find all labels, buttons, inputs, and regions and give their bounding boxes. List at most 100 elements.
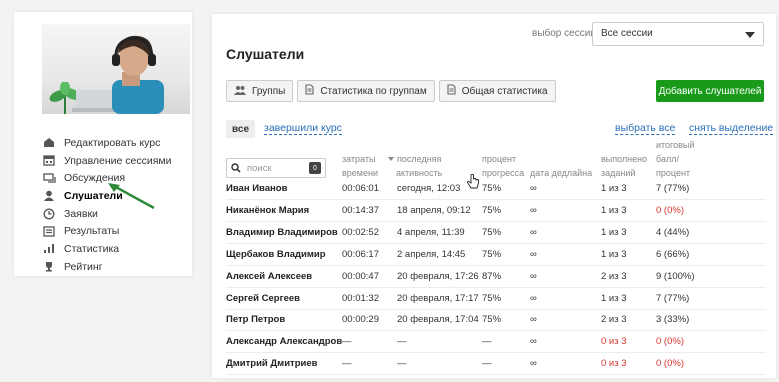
menu-item-label: Рейтинг xyxy=(64,260,103,273)
deadline: ∞ xyxy=(530,336,537,348)
chevron-down-icon xyxy=(745,32,755,38)
main-panel: выбор сессии Все сессии Слушатели Группы… xyxy=(212,14,776,378)
progress-percent: 75% xyxy=(482,314,502,326)
time-spent: 00:00:47 xyxy=(342,270,379,282)
progress-percent: 75% xyxy=(482,226,502,238)
final-score: 0 (0%) xyxy=(656,358,684,370)
menu-item-label: Управление сессиями xyxy=(64,154,172,167)
listener-name[interactable]: Петр Петров xyxy=(226,314,285,325)
last-activity: 4 апреля, 11:39 xyxy=(397,226,465,238)
time-spent: 00:00:29 xyxy=(342,314,379,326)
filter-all[interactable]: все xyxy=(226,120,256,138)
final-score: 9 (100%) xyxy=(656,270,695,282)
groups-button-label: Группы xyxy=(252,85,286,97)
last-activity: 18 апреля, 09:12 xyxy=(397,204,471,216)
deadline: ∞ xyxy=(530,204,537,216)
deadline: ∞ xyxy=(530,226,537,238)
users-icon xyxy=(234,85,246,98)
deselect-link[interactable]: снять выделение xyxy=(689,122,774,135)
last-activity: 20 февраля, 17:26 xyxy=(397,270,479,282)
listener-name[interactable]: Владимир Владимиров xyxy=(226,227,338,238)
course-image xyxy=(42,24,190,114)
listener-name[interactable]: Иван Иванов xyxy=(226,183,287,194)
header-progress[interactable]: процент прогресса xyxy=(482,152,524,180)
session-label: выбор сессии xyxy=(532,28,596,39)
header-time[interactable]: затраты времени xyxy=(342,152,378,180)
document-icon xyxy=(447,84,456,98)
progress-percent: — xyxy=(482,358,492,370)
table-row[interactable]: Александр Александров — — — ∞ 0 из 30 (0%) xyxy=(226,331,766,354)
toolbar: Группы Статистика по группам Общая стати… xyxy=(226,80,556,102)
table-row[interactable]: Алексей Алексеев 00:00:47 20 февраля, 17:2… xyxy=(226,266,766,288)
groups-button[interactable]: Группы xyxy=(226,80,294,102)
last-activity: 20 февраля, 17:17 xyxy=(397,292,479,304)
home-icon xyxy=(42,137,56,149)
bar-chart-icon xyxy=(42,243,56,255)
last-activity: 2 апреля, 14:45 xyxy=(397,248,466,260)
deadline: ∞ xyxy=(530,248,537,260)
list-icon xyxy=(42,225,56,237)
table-row[interactable]: Иван Иванов 00:06:01 сегодня, 12:03 75% ∞ 1 и… xyxy=(226,178,766,200)
listener-name[interactable]: Щербаков Владимир xyxy=(226,249,326,260)
tasks-done: 1 из 3 xyxy=(601,226,627,238)
menu-item-results[interactable]: Результаты xyxy=(42,222,202,240)
listener-name[interactable]: Алексей Алексеев xyxy=(226,271,312,282)
general-stats-button[interactable]: Общая статистика xyxy=(438,80,556,102)
table-row[interactable]: Дмитрий Дмитриев — — — ∞ 0 из 3 0 (0%) xyxy=(226,353,766,376)
listener-name[interactable]: Никанёнок Мария xyxy=(226,205,309,216)
search-input[interactable]: поиск 0 xyxy=(226,158,326,178)
time-spent: 00:02:52 xyxy=(342,226,379,238)
table-row[interactable]: Сергей Сергеев 00:01:32 20 февраля, 17:17 7… xyxy=(226,288,766,310)
time-spent: — xyxy=(342,358,352,370)
calendar-icon xyxy=(42,155,56,167)
last-activity: сегодня, 12:03 xyxy=(397,183,461,194)
header-tasks[interactable]: выполнено заданий xyxy=(601,152,647,180)
final-score: 0 (0%) xyxy=(656,204,684,216)
search-placeholder: поиск xyxy=(247,162,272,174)
page-title: Слушатели xyxy=(226,46,305,62)
select-all-link[interactable]: выбрать все xyxy=(615,122,676,135)
menu-item-statistics[interactable]: Статистика xyxy=(42,240,202,258)
deadline: ∞ xyxy=(530,314,537,326)
listener-name[interactable]: Сергей Сергеев xyxy=(226,293,300,304)
tasks-done: 1 из 3 xyxy=(601,292,627,304)
session-select-value: Все сессии xyxy=(601,28,653,39)
table-row[interactable]: Никанёнок Мария 00:14:37 18 апреля, 09:12 7… xyxy=(226,200,766,222)
menu-item-label: Редактировать курс xyxy=(64,136,161,149)
final-score: 0 (0%) xyxy=(656,336,684,348)
listener-name[interactable]: Дмитрий Дмитриев xyxy=(226,358,317,369)
time-spent: 00:01:32 xyxy=(342,292,379,304)
menu-item-label: Результаты xyxy=(64,225,120,238)
add-listeners-button[interactable]: Добавить слушателей xyxy=(656,80,764,102)
deadline: ∞ xyxy=(530,358,537,370)
menu-item-rating[interactable]: Рейтинг xyxy=(42,258,202,276)
menu-item-sessions[interactable]: Управление сессиями xyxy=(42,152,202,170)
sidebar: Редактировать курс Управление сессиями О… xyxy=(14,12,192,276)
menu-item-edit-course[interactable]: Редактировать курс xyxy=(42,134,202,152)
table-row[interactable]: Петр Петров 00:00:29 20 февраля, 17:04 75% ∞… xyxy=(226,309,766,332)
group-stats-button[interactable]: Статистика по группам xyxy=(297,80,435,102)
header-score[interactable]: итоговый балл/ процент xyxy=(656,138,694,180)
user-icon xyxy=(42,190,56,202)
clock-icon xyxy=(42,208,56,220)
final-score: 7 (77%) xyxy=(656,292,690,304)
menu-item-label: Заявки xyxy=(64,207,98,220)
trophy-icon xyxy=(42,261,56,273)
progress-percent: 75% xyxy=(482,204,502,216)
deadline: ∞ xyxy=(530,183,537,194)
last-activity: 20 февраля, 17:04 xyxy=(397,314,479,326)
table-row[interactable]: Щербаков Владимир 00:06:17 2 апреля, 14:45… xyxy=(226,244,766,266)
hand-cursor-icon xyxy=(467,174,479,189)
final-score: 3 (33%) xyxy=(656,314,690,326)
tasks-done: 2 из 3 xyxy=(601,314,627,326)
table-row[interactable]: Владимир Владимиров 00:02:52 4 апреля, 11:… xyxy=(226,222,766,244)
chat-icon xyxy=(42,172,56,184)
tasks-done: 2 из 3 xyxy=(601,270,627,282)
filter-finished[interactable]: завершили курс xyxy=(264,122,342,135)
listener-name[interactable]: Александр Александров xyxy=(226,336,342,347)
header-activity[interactable]: последняя активность xyxy=(388,152,442,180)
session-select[interactable]: Все сессии xyxy=(592,22,764,46)
tasks-done: 0 из 3 xyxy=(601,358,627,370)
progress-percent: 75% xyxy=(482,183,502,194)
time-spent: 00:06:01 xyxy=(342,183,379,194)
